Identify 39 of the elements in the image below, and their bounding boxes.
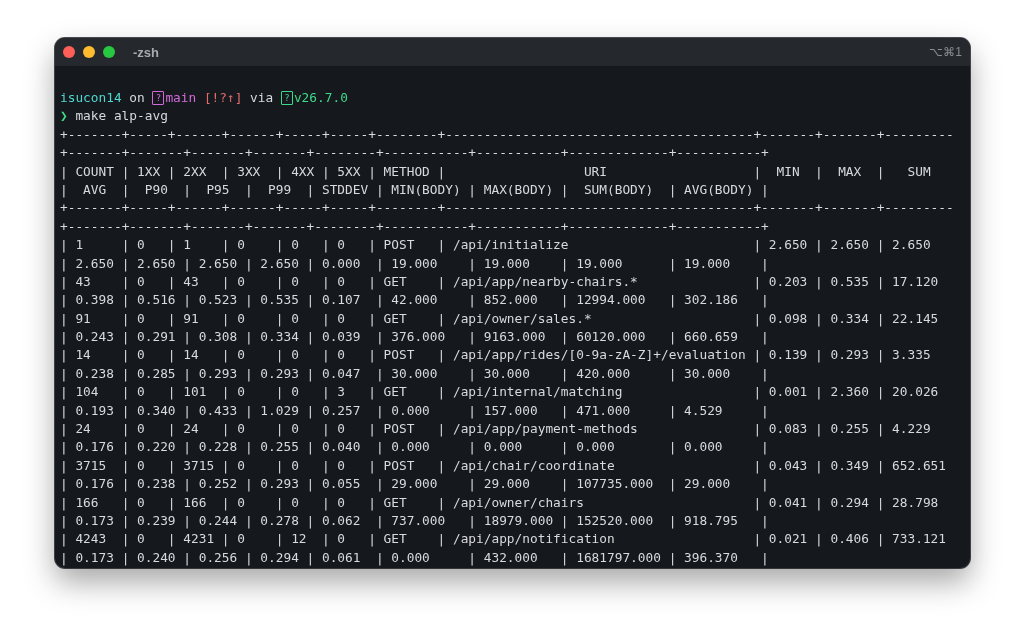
zoom-button[interactable] (103, 46, 115, 58)
output-line: +-------+-----+------+------+-----+-----+--------+----------------------------------------+-------+-------+--------- (60, 199, 954, 218)
git-branch: main (165, 89, 197, 107)
output-line: +-------+-----+------+------+-----+-----+--------+----------------------------------------+-------+-------+--------- (60, 125, 954, 144)
output-line: | 166 | 0 | 166 | 0 | 0 | 0 | GET | /api/owner/chairs | 0.041 | 0.294 | 28.798 (60, 493, 939, 512)
close-button[interactable] (63, 46, 75, 58)
output-line: | 2.650 | 2.650 | 2.650 | 2.650 | 0.000 | 19.000 | 19.000 | 19.000 | 19.000 | (60, 254, 769, 273)
node-version: v26.7.0 (293, 89, 348, 107)
output-line: | 91 | 0 | 91 | 0 | 0 | 0 | GET | /api/owner/sales.* | 0.098 | 0.334 | 22.145 (60, 309, 939, 329)
node-glyph: ? (280, 91, 293, 106)
output-line: | 0.193 | 0.340 | 0.433 | 1.029 | 0.257 | 0.000 | 157.000 | 471.000 | 4.529 | (60, 401, 769, 421)
output-line: | 0.243 | 0.291 | 0.308 | 0.334 | 0.039 | 376.000 | 9163.000 | 60120.000 | 660.659 | (60, 328, 769, 347)
tab-shortcut: ⌥⌘1 (929, 45, 962, 59)
prompt-text: via (250, 89, 274, 107)
output-line: | 1 | 0 | 1 | 0 | 0 | 0 | POST | /api/initialize | 2.650 | 2.650 | 2.650 (60, 236, 931, 255)
prompt-symbol: ❯ (60, 107, 68, 126)
output-line: | 3715 | 0 | 3715 | 0 | 0 | 0 | POST | /api/chair/coordinate | 0.043 | 0.349 | 652.651 (60, 456, 946, 476)
output-line: | 14 | 0 | 14 | 0 | 0 | 0 | POST | /api/app/rides/[0-9a-zA-Z]+/evaluation | 0.139 | 0.293 | 3.335 (60, 346, 931, 365)
output-line: | 104 | 0 | 101 | 0 | 0 | 3 | GET | /api/internal/matching | 0.001 | 2.360 | 20.026 (60, 383, 939, 402)
output-line: +-------+-------+-------+-------+--------+-----------+-----------+-------------+-----------+ (60, 144, 769, 163)
prompt-text: on (129, 89, 145, 107)
output-line: | 0.176 | 0.238 | 0.252 | 0.293 | 0.055 | 29.000 | 29.000 | 107735.000 | 29.000 | (60, 475, 769, 494)
output-line: | 0.173 | 0.239 | 0.244 | 0.278 | 0.062 | 737.000 | 18979.000 | 152520.000 | 918.795 | (60, 512, 769, 531)
window-title: -zsh (133, 44, 159, 60)
output-line: | 4243 | 0 | 4231 | 0 | 12 | 0 | GET | /api/app/notification | 0.021 | 0.406 | 733.121 (60, 530, 946, 549)
output-line: | AVG | P90 | P95 | P99 | STDDEV | MIN(BODY) | MAX(BODY) | SUM(BODY) | AVG(BODY) | (60, 180, 769, 200)
output-line: | 24 | 0 | 24 | 0 | 0 | 0 | POST | /api/app/payment-methods | 0.083 | 0.255 | 4.229 (60, 420, 931, 439)
output-line: | COUNT | 1XX | 2XX | 3XX | 4XX | 5XX | METHOD | URI | MIN | MAX | SUM (60, 162, 931, 181)
output-line: | 0.238 | 0.285 | 0.293 | 0.293 | 0.047 | 30.000 | 30.000 | 420.000 | 30.000 | (60, 364, 769, 384)
prompt-directory: isucon14 (60, 89, 122, 107)
branch-glyph: ? (152, 91, 165, 106)
output-line: | 0.173 | 0.240 | 0.256 | 0.294 | 0.061 | 0.000 | 432.000 | 1681797.000 | 396.370 | (60, 548, 769, 568)
minimize-button[interactable] (83, 46, 95, 58)
output-line: +-------+-------+-------+-------+--------+-----------+-----------+-------------+-----------+ (60, 217, 769, 236)
output-line: | 0.176 | 0.220 | 0.228 | 0.255 | 0.040 | 0.000 | 0.000 | 0.000 | 0.000 | (60, 438, 769, 457)
command-text: make alp-avg (75, 107, 168, 126)
output-line: | 0.398 | 0.516 | 0.523 | 0.535 | 0.107 | 42.000 | 852.000 | 12994.000 | 302.186 | (60, 291, 769, 310)
git-status: [!?↑] (203, 89, 243, 107)
output-line: | 43 | 0 | 43 | 0 | 0 | 0 | GET | /api/app/nearby-chairs.* | 0.203 | 0.535 | 17.120 (60, 272, 939, 292)
